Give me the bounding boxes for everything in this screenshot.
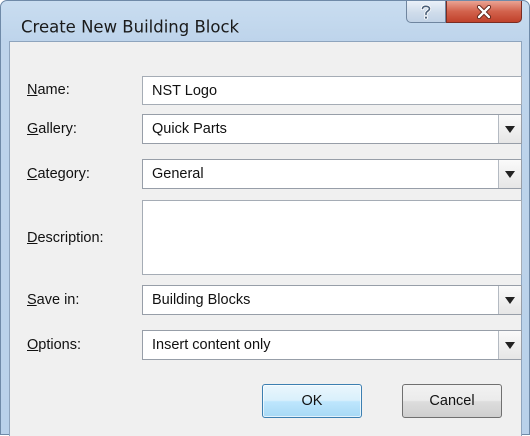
options-value: Insert content only (152, 337, 271, 353)
name-value: NST Logo (152, 82, 218, 99)
dialog-title: Create New Building Block (21, 17, 240, 37)
chevron-down-icon (505, 170, 515, 178)
chevron-down-icon (505, 296, 515, 304)
save-in-label: Save in: (27, 292, 80, 308)
title-bar[interactable]: Create New Building Block (1, 1, 529, 41)
chevron-down-icon (505, 341, 515, 349)
chevron-down-icon (505, 125, 515, 133)
gallery-value: Quick Parts (152, 121, 227, 137)
save-in-value: Building Blocks (152, 292, 251, 308)
options-dropdown[interactable]: Insert content only (142, 330, 522, 360)
category-dropdown-button[interactable] (498, 160, 521, 188)
save-in-dropdown[interactable]: Building Blocks (142, 285, 522, 315)
gallery-dropdown-button[interactable] (498, 115, 521, 143)
description-label: Description: (27, 230, 104, 246)
category-value: General (152, 166, 204, 182)
description-field[interactable] (142, 200, 522, 275)
category-dropdown[interactable]: General (142, 159, 522, 189)
name-field[interactable]: NST Logo (142, 76, 522, 105)
save-in-dropdown-button[interactable] (498, 286, 521, 314)
gallery-dropdown[interactable]: Quick Parts (142, 114, 522, 144)
category-label: Category: (27, 166, 90, 182)
question-mark-icon (420, 4, 432, 20)
dialog-body: Name: NST Logo Gallery: Quick Parts Cate… (9, 41, 522, 436)
ok-button[interactable]: OK (262, 384, 362, 418)
help-button[interactable] (406, 1, 446, 23)
name-label: Name: (27, 82, 70, 98)
close-button[interactable] (446, 1, 522, 23)
options-label: Options: (27, 337, 82, 353)
close-x-icon (476, 4, 492, 19)
options-dropdown-button[interactable] (498, 331, 521, 359)
dialog-window: Create New Building Block Name: NST Logo… (0, 0, 530, 436)
cancel-button[interactable]: Cancel (402, 384, 502, 418)
gallery-label: Gallery: (27, 121, 77, 137)
